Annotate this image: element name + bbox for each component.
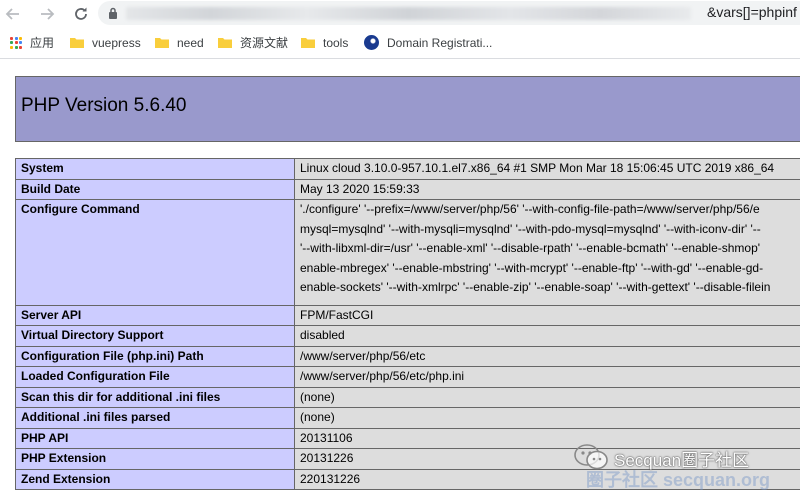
row-value-line: 220131226 — [300, 471, 361, 486]
table-row: Zend Extension 220131226 — [15, 468, 800, 490]
browser-toolbar: &vars[]=phpinf — [0, 0, 800, 27]
row-value-line: Linux cloud 3.10.0-957.10.1.el7.x86_64 #… — [300, 161, 775, 175]
table-row: Virtual Directory Support disabled — [15, 325, 800, 347]
row-value: (none) — [294, 386, 800, 408]
row-value-line: 20131106 — [300, 430, 353, 445]
table-row: Build Date May 13 2020 15:59:33 — [15, 178, 800, 200]
page-title: PHP Version 5.6.40 — [21, 95, 187, 116]
row-value: /www/server/php/56/etc — [294, 345, 800, 367]
bookmark-label: 资源文献 — [240, 36, 289, 50]
row-value-line: /www/server/php/56/etc — [300, 348, 426, 363]
folder-icon — [155, 38, 169, 48]
php-version-header: PHP Version 5.6.40 — [15, 76, 800, 142]
row-key: Build Date — [15, 178, 295, 200]
table-row: Configure Command './configure' '--prefix… — [15, 199, 800, 306]
table-row: System Linux cloud 3.10.0-957.10.1.el7.x8… — [15, 158, 800, 180]
row-key: System — [15, 158, 295, 180]
row-key: Configure Command — [15, 199, 295, 306]
bookmark-apps[interactable]: 应用 — [10, 27, 54, 58]
row-value: 20131106 — [294, 427, 800, 449]
row-value-line: 20131226 — [300, 451, 354, 465]
bookmark-label: vuepress — [92, 35, 141, 50]
row-value: './configure' '--prefix=/www/server/php/… — [294, 199, 800, 306]
table-row: Server API FPM/FastCGI — [15, 304, 800, 326]
bookmark-label: need — [177, 35, 204, 50]
bookmark-label: Domain Registrati... — [387, 35, 493, 50]
folder-icon — [218, 38, 232, 48]
row-value-line: enable-sockets' '--with-xmlrpc' '--enabl… — [300, 280, 771, 294]
table-row: PHP API 20131106 — [15, 427, 800, 449]
row-value-line: '--with-libxml-dir=/usr' '--enable-xml' … — [300, 241, 761, 255]
row-value-line: FPM/FastCGI — [300, 307, 374, 322]
row-value-line: /www/server/php/56/etc/php.ini — [300, 369, 465, 383]
back-arrow-icon[interactable] — [0, 1, 26, 27]
bookmarks-bar: 应用 vuepress need 资源文献 tools Domain Regis… — [0, 27, 800, 59]
row-value-line: mysql=mysqlnd' '--with-mysqli=mysqlnd' '… — [300, 221, 761, 236]
row-key: Loaded Configuration File — [15, 366, 295, 388]
page-content: PHP Version 5.6.40 System Linux cloud 3.1… — [0, 59, 800, 495]
phpinfo-table: System Linux cloud 3.10.0-957.10.1.el7.x8… — [15, 158, 800, 490]
row-value: 220131226 — [294, 468, 800, 490]
row-key: Scan this dir for additional .ini files — [15, 386, 295, 408]
row-value: Linux cloud 3.10.0-957.10.1.el7.x86_64 #… — [294, 158, 800, 180]
table-row: Scan this dir for additional .ini files (… — [15, 386, 800, 408]
forward-arrow-icon[interactable] — [34, 1, 60, 27]
row-key: PHP Extension — [15, 448, 295, 470]
table-row: PHP Extension 20131226 — [15, 448, 800, 470]
reload-icon[interactable] — [68, 1, 94, 27]
folder-icon — [70, 38, 84, 48]
table-row: Additional .ini files parsed (none) — [15, 407, 800, 429]
folder-icon — [301, 38, 315, 48]
row-value: FPM/FastCGI — [294, 304, 800, 326]
row-key: Zend Extension — [15, 468, 295, 490]
table-row: Loaded Configuration File/www/server/php… — [15, 366, 800, 388]
bookmark-need[interactable]: need — [155, 27, 204, 58]
row-value-line: (none) — [300, 410, 335, 424]
address-bar[interactable]: &vars[]=phpinf — [98, 1, 800, 25]
row-value: (none) — [294, 407, 800, 429]
bookmark-label: 应用 — [30, 36, 55, 50]
row-value: 20131226 — [294, 448, 800, 470]
row-value: disabled — [294, 325, 800, 347]
apps-grid-icon — [10, 36, 22, 49]
lock-icon[interactable] — [108, 7, 118, 19]
bookmark-domain-registration[interactable]: Domain Registrati... — [364, 27, 492, 58]
row-key: Server API — [15, 304, 295, 326]
row-value-line: disabled — [300, 328, 345, 342]
row-value-line: enable-mbregex' '--enable-mbstring' '--w… — [300, 260, 764, 275]
row-key: Configuration File (php.ini) Path — [15, 345, 295, 367]
bookmark-vuepress[interactable]: vuepress — [70, 27, 141, 58]
row-value-line: './configure' '--prefix=/www/server/php/… — [300, 202, 760, 216]
table-row: Configuration File (php.ini) Path/www/se… — [15, 345, 800, 367]
url-text: &vars[]=phpinf — [707, 4, 797, 20]
bookmark-label: tools — [323, 35, 349, 50]
row-key: Additional .ini files parsed — [15, 407, 295, 429]
row-key: Virtual Directory Support — [15, 325, 295, 347]
globe-icon — [364, 35, 379, 50]
row-value-line: May 13 2020 15:59:33 — [300, 181, 420, 196]
row-key: PHP API — [15, 427, 295, 449]
blurred-url — [126, 7, 691, 20]
row-value-line: (none) — [300, 389, 335, 404]
bookmark-tools[interactable]: tools — [301, 27, 348, 58]
row-value: May 13 2020 15:59:33 — [294, 178, 800, 200]
row-value: /www/server/php/56/etc/php.ini — [294, 366, 800, 388]
bookmark-resources[interactable]: 资源文献 — [218, 27, 288, 58]
